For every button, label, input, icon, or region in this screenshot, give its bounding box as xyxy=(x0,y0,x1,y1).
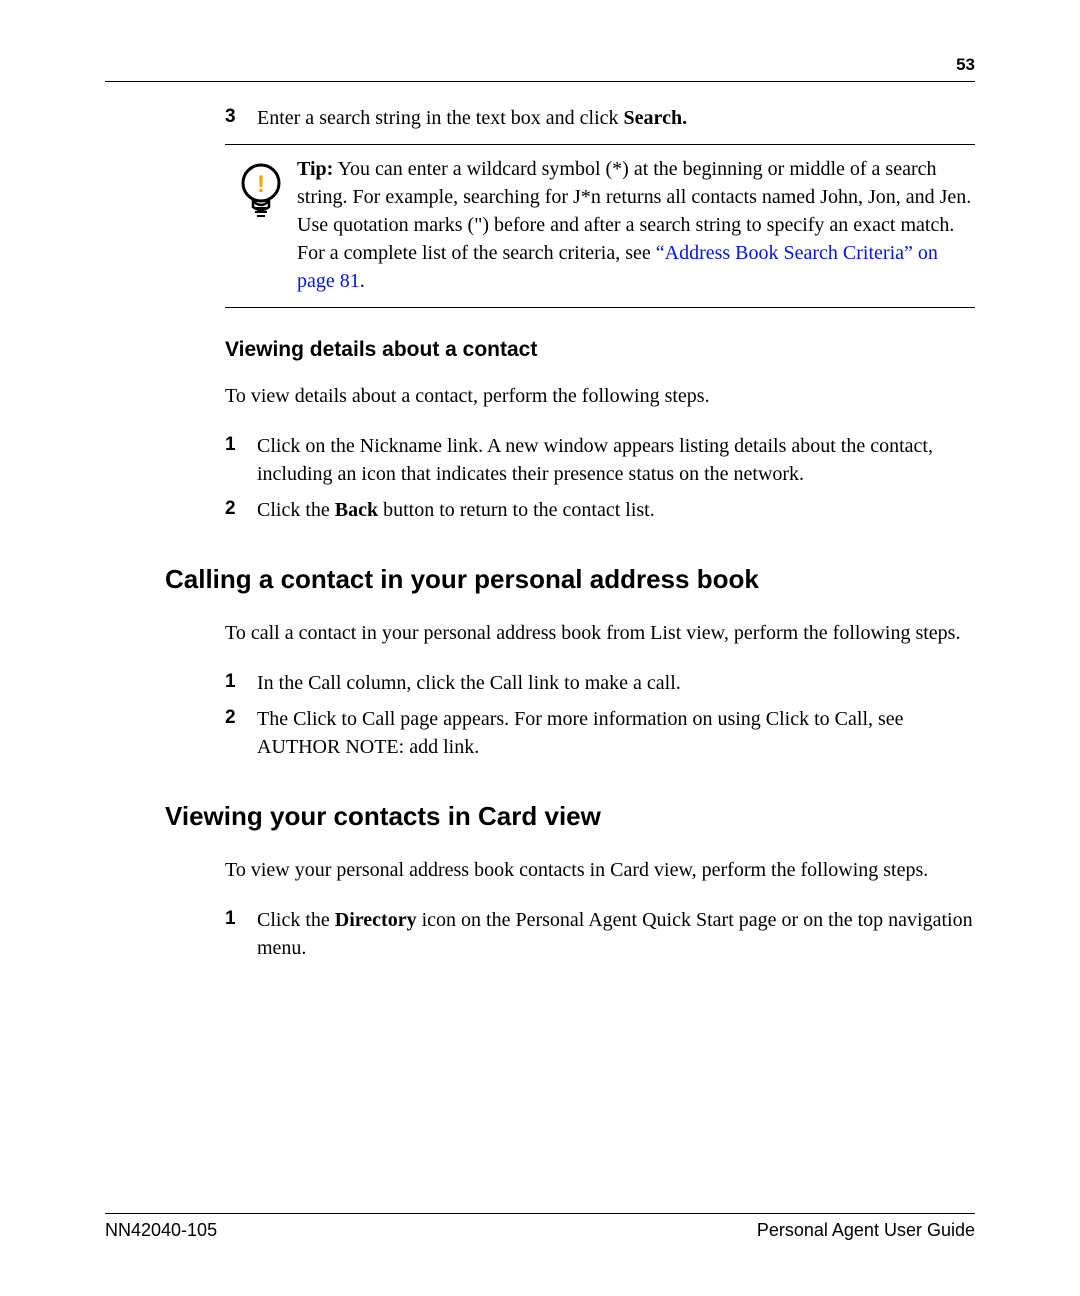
svg-text:!: ! xyxy=(257,171,265,198)
list-item: 1 Click the Directory icon on the Person… xyxy=(225,906,975,962)
heading-viewing-details: Viewing details about a contact xyxy=(225,338,975,362)
bold-run: Back xyxy=(335,499,378,521)
bold-run: Search. xyxy=(624,107,688,129)
tip-icon-wrap: ! xyxy=(225,155,297,295)
text-run: Enter a search string in the text box an… xyxy=(257,107,624,129)
paragraph: To view your personal address book conta… xyxy=(225,856,975,884)
text-run: Click the xyxy=(257,499,335,521)
step-number: 3 xyxy=(225,104,257,132)
footer-rule xyxy=(105,1213,975,1214)
step-number: 1 xyxy=(225,669,257,697)
step-text: Enter a search string in the text box an… xyxy=(257,104,975,132)
list-item: 1 Click on the Nickname link. A new wind… xyxy=(225,432,975,488)
step-text: The Click to Call page appears. For more… xyxy=(257,705,975,761)
list-item: 2 Click the Back button to return to the… xyxy=(225,496,975,524)
step-text: Click on the Nickname link. A new window… xyxy=(257,432,975,488)
header-rule xyxy=(105,81,975,82)
bold-run: Directory xyxy=(335,909,417,931)
text-run: . xyxy=(360,270,365,292)
heading-card-view: Viewing your contacts in Card view xyxy=(165,801,975,832)
text-run: button to return to the contact list. xyxy=(378,499,655,521)
section-card-view: Viewing your contacts in Card view xyxy=(165,801,975,832)
page-number: 53 xyxy=(105,55,975,75)
step-text: In the Call column, click the Call link … xyxy=(257,669,975,697)
footer-doc-title: Personal Agent User Guide xyxy=(757,1220,975,1241)
section-calling-body: To call a contact in your personal addre… xyxy=(225,619,975,761)
footer-doc-id: NN42040-105 xyxy=(105,1220,217,1241)
step-number: 2 xyxy=(225,496,257,524)
tip-label: Tip: xyxy=(297,158,333,180)
step-text: Click the Directory icon on the Personal… xyxy=(257,906,975,962)
step-text: Click the Back button to return to the c… xyxy=(257,496,975,524)
section-calling: Calling a contact in your personal addre… xyxy=(165,564,975,595)
lightbulb-icon: ! xyxy=(239,163,283,223)
tip-text: Tip: You can enter a wildcard symbol (*)… xyxy=(297,155,975,295)
tip-box: ! Tip: You can enter a wildcard symbol (… xyxy=(225,144,975,308)
list-item: 1 In the Call column, click the Call lin… xyxy=(225,669,975,697)
step-number: 1 xyxy=(225,906,257,962)
list-item: 2 The Click to Call page appears. For mo… xyxy=(225,705,975,761)
document-page: 53 3 Enter a search string in the text b… xyxy=(0,0,1080,1296)
paragraph: To call a contact in your personal addre… xyxy=(225,619,975,647)
step-number: 1 xyxy=(225,432,257,488)
heading-calling: Calling a contact in your personal addre… xyxy=(165,564,975,595)
section-card-view-body: To view your personal address book conta… xyxy=(225,856,975,962)
step-3-block: 3 Enter a search string in the text box … xyxy=(225,104,975,524)
list-item: 3 Enter a search string in the text box … xyxy=(225,104,975,132)
page-footer: NN42040-105 Personal Agent User Guide xyxy=(105,1213,975,1241)
paragraph: To view details about a contact, perform… xyxy=(225,382,975,410)
footer-row: NN42040-105 Personal Agent User Guide xyxy=(105,1220,975,1241)
step-number: 2 xyxy=(225,705,257,761)
text-run: Click the xyxy=(257,909,335,931)
